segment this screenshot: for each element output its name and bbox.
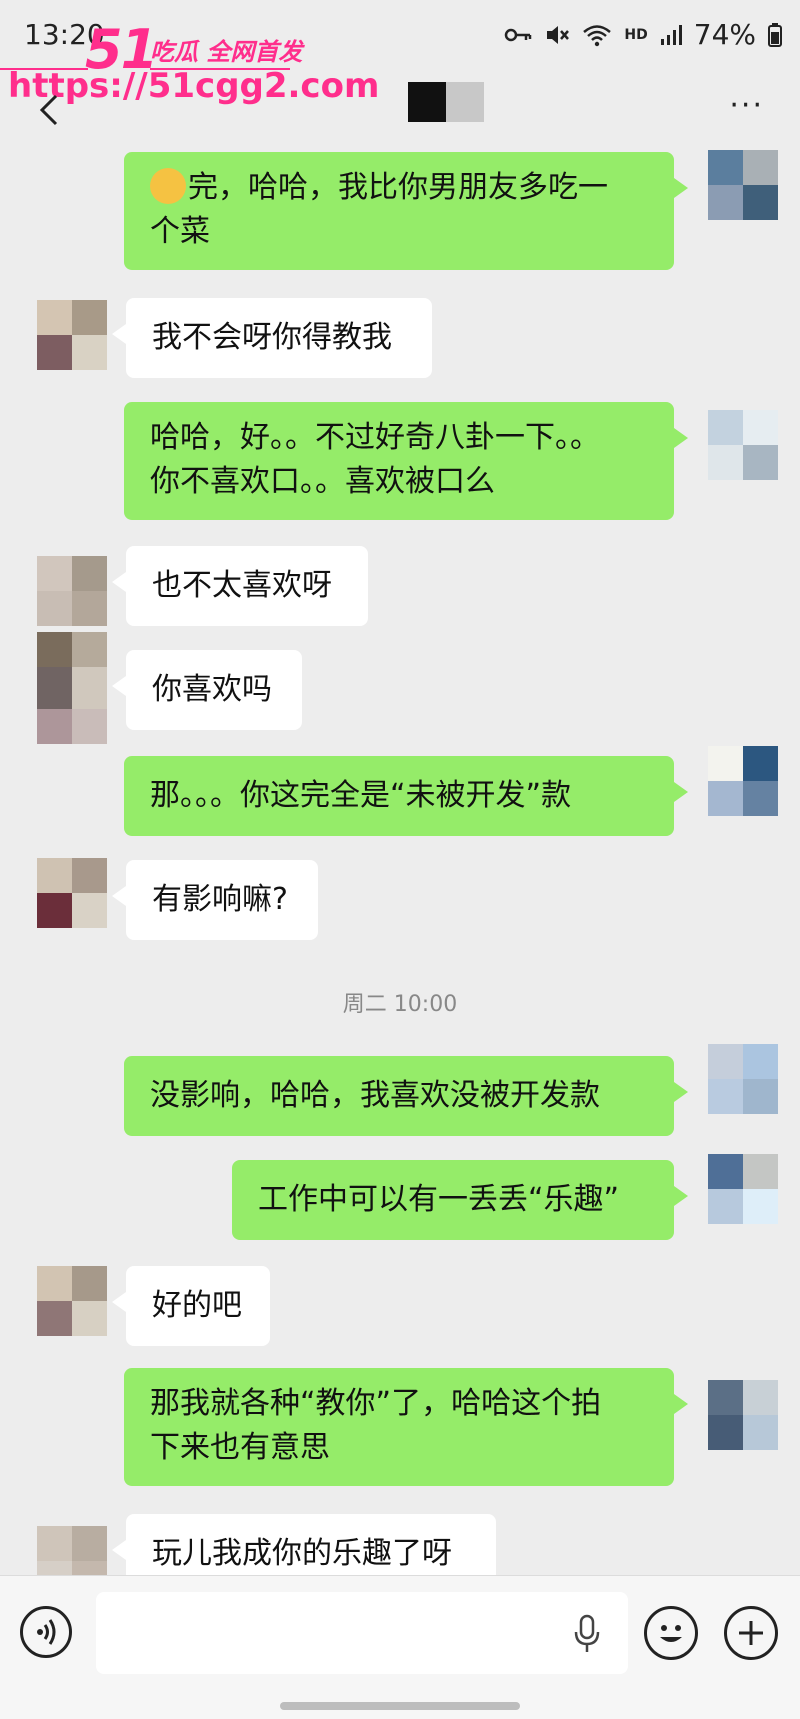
emoji-button[interactable] bbox=[644, 1606, 698, 1660]
my-avatar[interactable] bbox=[708, 746, 778, 816]
battery-icon bbox=[768, 22, 782, 47]
mute-icon bbox=[547, 25, 570, 44]
chat-header: ··· bbox=[0, 70, 800, 150]
signal-icon bbox=[660, 24, 682, 45]
my-avatar[interactable] bbox=[708, 1154, 778, 1224]
back-arrow-icon[interactable] bbox=[30, 90, 70, 130]
message-text: 那。。。你这完全是“未被开发”款 bbox=[150, 778, 572, 813]
message-text: 玩儿我成你的乐趣了呀 bbox=[152, 1536, 452, 1571]
more-options-icon[interactable]: ··· bbox=[729, 88, 764, 123]
message-text: 完，哈哈，我比你男朋友多吃一 个菜 bbox=[150, 166, 608, 254]
message-text: 那我就各种“教你”了，哈哈这个拍 下来也有意思 bbox=[150, 1386, 602, 1465]
contact-avatar[interactable] bbox=[37, 300, 107, 370]
message-bubble-sent[interactable]: 没影响，哈哈，我喜欢没被开发款 bbox=[124, 1056, 688, 1136]
message-text: 工作中可以有一丢丢“乐趣” bbox=[258, 1182, 620, 1217]
message-bubble-received[interactable]: 我不会呀你得教我 bbox=[112, 298, 432, 378]
microphone-icon[interactable] bbox=[574, 1614, 600, 1654]
message-bubble-sent[interactable]: 工作中可以有一丢丢“乐趣” bbox=[232, 1160, 688, 1240]
message-bubble-sent[interactable]: 那。。。你这完全是“未被开发”款 bbox=[124, 756, 688, 836]
plus-icon bbox=[739, 1621, 763, 1645]
message-bubble-received[interactable]: 好的吧 bbox=[112, 1266, 270, 1346]
message-text: 好的吧 bbox=[152, 1288, 242, 1323]
my-avatar[interactable] bbox=[708, 1380, 778, 1450]
contact-avatar[interactable] bbox=[37, 674, 107, 744]
status-icons: HD 74% bbox=[504, 18, 782, 51]
message-bubble-sent[interactable]: 那我就各种“教你”了，哈哈这个拍 下来也有意思 bbox=[124, 1368, 688, 1486]
emoji-icon bbox=[150, 167, 186, 204]
voice-icon bbox=[37, 1619, 56, 1645]
message-bubble-sent[interactable]: 哈哈，好。。不过好奇八卦一下。。 你不喜欢口。。喜欢被口么 bbox=[124, 402, 688, 520]
message-text: 我不会呀你得教我 bbox=[152, 320, 392, 355]
key-icon bbox=[505, 28, 532, 41]
battery-percent: 74% bbox=[693, 18, 756, 51]
wifi-icon bbox=[583, 24, 612, 46]
message-timestamp: 周二 10:00 bbox=[342, 992, 458, 1017]
message-text: 也不太喜欢呀 bbox=[152, 568, 332, 603]
contact-avatar[interactable] bbox=[37, 556, 107, 626]
message-text: 你喜欢吗 bbox=[152, 672, 272, 707]
message-text: 有影响嘛? bbox=[152, 882, 288, 917]
more-functions-button[interactable] bbox=[724, 1606, 778, 1660]
message-bubble-received[interactable]: 你喜欢吗 bbox=[112, 650, 302, 730]
message-bubble-received[interactable]: 有影响嘛? bbox=[112, 860, 318, 940]
watermark-tagline: 吃瓜 全网首发 bbox=[150, 38, 303, 66]
contact-avatar[interactable] bbox=[37, 1266, 107, 1336]
my-avatar[interactable] bbox=[708, 1044, 778, 1114]
smiley-icon bbox=[660, 1625, 682, 1642]
contact-avatar[interactable] bbox=[37, 858, 107, 928]
message-bubble-sent[interactable]: 完，哈哈，我比你男朋友多吃一 个菜 bbox=[124, 152, 688, 270]
home-indicator[interactable] bbox=[280, 1702, 520, 1710]
message-text: 哈哈，好。。不过好奇八卦一下。。 你不喜欢口。。喜欢被口么 bbox=[150, 420, 600, 499]
message-text: 没影响，哈哈，我喜欢没被开发款 bbox=[150, 1078, 600, 1113]
voice-input-button[interactable] bbox=[20, 1606, 72, 1658]
my-avatar[interactable] bbox=[708, 410, 778, 480]
contact-name-censored bbox=[408, 82, 484, 122]
input-bar bbox=[0, 1575, 800, 1719]
my-avatar[interactable] bbox=[708, 150, 778, 220]
hd-label: HD bbox=[624, 26, 648, 43]
message-input[interactable] bbox=[96, 1592, 628, 1674]
message-bubble-received[interactable]: 也不太喜欢呀 bbox=[112, 546, 368, 626]
